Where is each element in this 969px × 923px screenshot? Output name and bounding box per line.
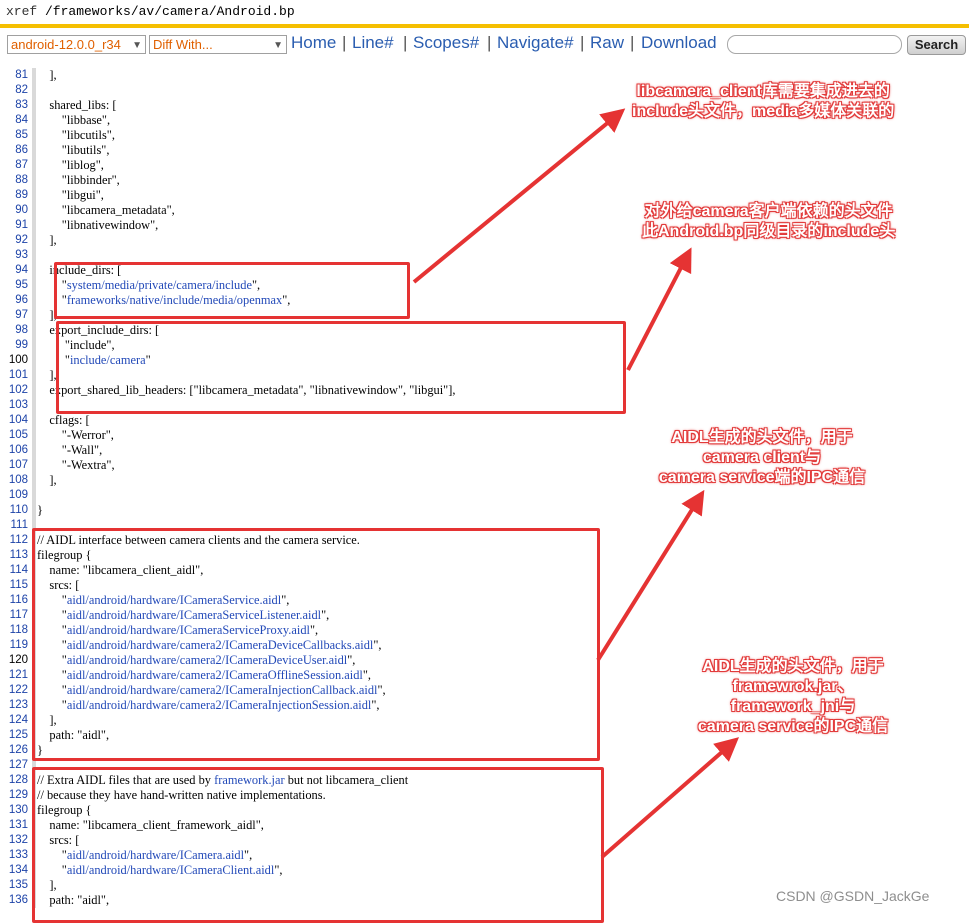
- annotation-line: include头文件，media多媒体关联的: [632, 103, 895, 120]
- annotation-line: camera service端的IPC通信: [658, 469, 866, 486]
- annotation-line: AIDL生成的头文件，用于: [702, 658, 884, 675]
- annotation-line: camera service的IPC通信: [697, 718, 889, 735]
- arrow-2: [626, 247, 692, 371]
- annotation-aidl-framework: AIDL生成的头文件，用于 framewrok.jar、 framework_j…: [682, 657, 904, 737]
- arrow-4: [600, 737, 740, 859]
- watermark: CSDN @GSDN_JackGe: [776, 888, 930, 904]
- annotation-line: framework_jni与: [730, 698, 856, 715]
- annotation-line: 此Android.bp同级目录的include头: [642, 223, 896, 240]
- arrow-3: [596, 489, 705, 662]
- annotation-line: AIDL生成的头文件，用于: [671, 429, 853, 446]
- arrow-1: [412, 108, 626, 284]
- annotation-line: camera client与: [702, 449, 822, 466]
- annotation-line: framewrok.jar、: [732, 678, 854, 695]
- annotation-export-include-dirs: 对外给camera客户端依赖的头文件 此Android.bp同级目录的inclu…: [642, 202, 895, 242]
- annotation-aidl-client: AIDL生成的头文件，用于 camera client与 camera serv…: [642, 428, 882, 488]
- annotation-line: libcamera_client库需要集成进去的: [636, 83, 890, 100]
- annotation-line: 对外给camera客户端依赖的头文件: [644, 203, 893, 220]
- annotation-include-dirs: libcamera_client库需要集成进去的 include头文件，medi…: [632, 82, 894, 122]
